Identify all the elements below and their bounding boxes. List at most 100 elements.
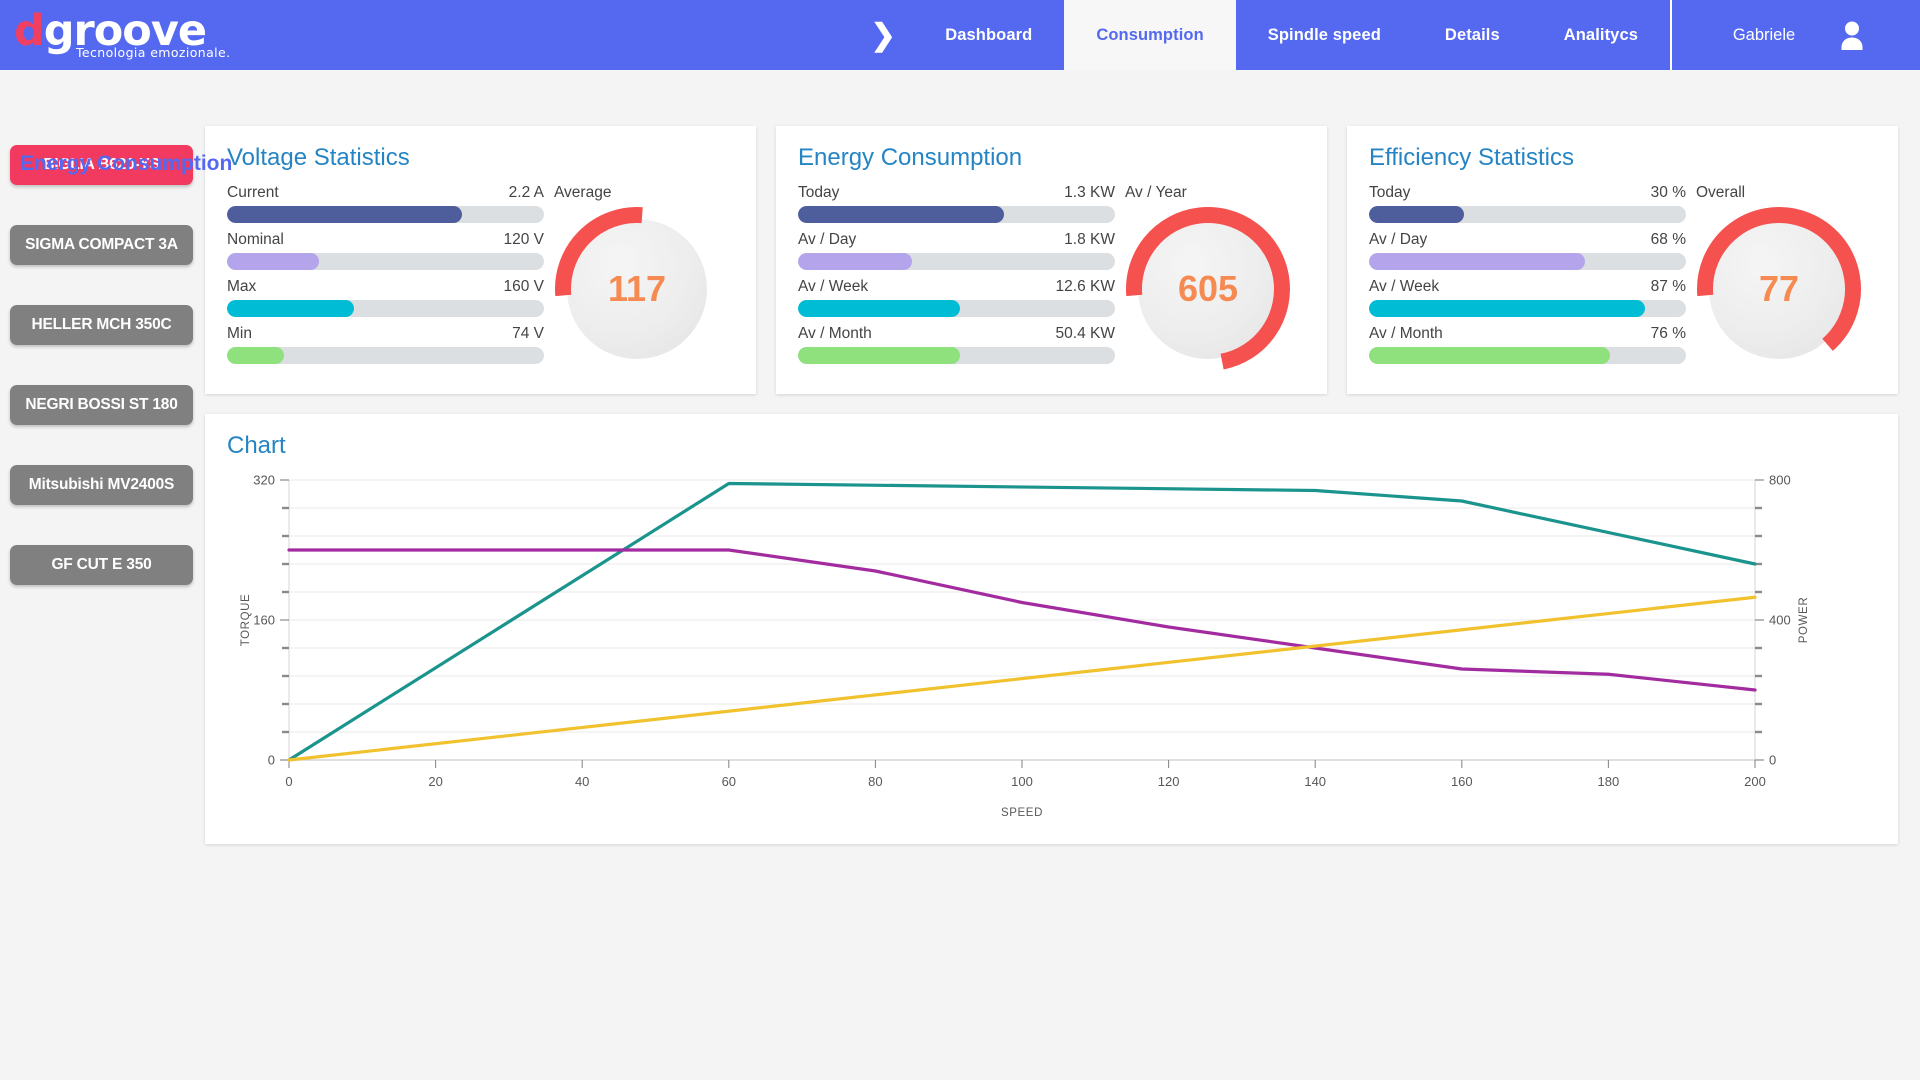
metric-label-line: Av / Day 68 %: [1369, 231, 1686, 249]
gauge-value: 77: [1758, 268, 1800, 309]
gauge-caption: Average: [554, 184, 612, 201]
metric-row: Av / Month 76 %: [1369, 325, 1686, 364]
sidebar-item-mitsubishi-mv2400s[interactable]: Mitsubishi MV2400S: [10, 465, 193, 505]
svg-text:0: 0: [268, 753, 275, 768]
machine-sidebar: BIGLIA B620-YS SIGMA COMPACT 3A HELLER M…: [0, 126, 205, 625]
metric-label: Av / Week: [1369, 278, 1440, 295]
metric-label-line: Max 160 V: [227, 278, 544, 296]
tab-analitycs[interactable]: Analitycs: [1532, 0, 1670, 70]
metric-label-line: Today 1.3 KW: [798, 184, 1115, 202]
page-title: Energy Consumption: [20, 152, 233, 175]
metric-value: 30 %: [1650, 184, 1686, 201]
metric-value: 74 V: [512, 325, 544, 342]
metric-label-line: Av / Day 1.8 KW: [798, 231, 1115, 249]
svg-text:TORQUE: TORQUE: [240, 594, 252, 647]
metric-value: 76 %: [1650, 325, 1686, 342]
metric-label: Av / Month: [798, 325, 872, 342]
metric-value: 50.4 KW: [1055, 325, 1115, 342]
metric-label: Current: [227, 184, 279, 201]
metric-label: Max: [227, 278, 257, 295]
metric-label: Today: [1369, 184, 1411, 201]
tab-consumption[interactable]: Consumption: [1064, 0, 1236, 70]
card-efficiency-statistics: Efficiency Statistics Today 30 % Av / Da…: [1347, 126, 1898, 394]
metric-label-line: Av / Week 12.6 KW: [798, 278, 1115, 296]
metric-label: Nominal: [227, 231, 284, 248]
metric-label-line: Av / Week 87 %: [1369, 278, 1686, 296]
metric-value: 2.2 A: [508, 184, 544, 201]
svg-text:800: 800: [1769, 473, 1791, 488]
card-title: Voltage Statistics: [227, 144, 410, 171]
metric-bar-fill: [1369, 347, 1610, 364]
metric-label-line: Nominal 120 V: [227, 231, 544, 249]
svg-text:120: 120: [1158, 774, 1180, 789]
metric-bar-track: [798, 300, 1115, 317]
metric-label-line: Current 2.2 A: [227, 184, 544, 202]
metric-bar-track: [227, 347, 544, 364]
metric-row: Nominal 120 V: [227, 231, 544, 270]
svg-text:0: 0: [1769, 753, 1776, 768]
app-header: dgroove Tecnologia emozionale. ❯ Dashboa…: [0, 0, 1920, 70]
metric-row: Av / Day 1.8 KW: [798, 231, 1115, 270]
metric-value: 1.8 KW: [1064, 231, 1115, 248]
svg-text:160: 160: [1451, 774, 1473, 789]
metric-bar-fill: [798, 300, 960, 317]
sidebar-item-sigma-compact-3a[interactable]: SIGMA COMPACT 3A: [10, 225, 193, 265]
metric-bar-fill: [1369, 253, 1585, 270]
tab-spindle-speed[interactable]: Spindle speed: [1236, 0, 1413, 70]
metric-label: Min: [227, 325, 252, 342]
sidebar-item-gf-cut-e-350[interactable]: GF CUT E 350: [10, 545, 193, 585]
metric-bar-track: [227, 253, 544, 270]
brand-logo[interactable]: dgroove Tecnologia emozionale.: [0, 0, 280, 70]
main-navigation: Dashboard Consumption Spindle speed Deta…: [913, 0, 1670, 70]
card-chart: Chart 0 160 320 0 400 800 0 20 40 60 80 100 120 140 16…: [205, 414, 1898, 844]
metric-row: Min 74 V: [227, 325, 544, 364]
svg-text:0: 0: [285, 774, 292, 789]
metric-bar-fill: [227, 253, 319, 270]
metric-row: Av / Week 12.6 KW: [798, 278, 1115, 317]
stat-card-row: Voltage Statistics Current 2.2 A Nominal…: [205, 126, 1898, 394]
metric-bar-fill: [1369, 206, 1465, 223]
metric-bar-list: Today 30 % Av / Day 68 % Av / Week 87 % …: [1369, 184, 1686, 372]
metric-label-line: Av / Month 50.4 KW: [798, 325, 1115, 343]
header-spacer: [280, 0, 853, 70]
content-row: BIGLIA B620-YS SIGMA COMPACT 3A HELLER M…: [0, 126, 1920, 844]
card-body: Today 30 % Av / Day 68 % Av / Week 87 % …: [1369, 184, 1876, 372]
gauge-zone: Average 117: [544, 184, 734, 372]
sidebar-item-negri-bossi-st-180[interactable]: NEGRI BOSSI ST 180: [10, 385, 193, 425]
metric-bar-fill: [798, 347, 960, 364]
metric-bar-track: [798, 347, 1115, 364]
tab-dashboard[interactable]: Dashboard: [913, 0, 1064, 70]
metric-row: Av / Month 50.4 KW: [798, 325, 1115, 364]
user-avatar-icon[interactable]: [1839, 20, 1865, 50]
metric-label-line: Min 74 V: [227, 325, 544, 343]
svg-text:80: 80: [868, 774, 882, 789]
svg-text:200: 200: [1744, 774, 1766, 789]
gauge-value: 117: [607, 268, 667, 309]
metric-label: Av / Week: [798, 278, 869, 295]
svg-text:180: 180: [1598, 774, 1620, 789]
chevron-right-icon[interactable]: ❯: [853, 0, 913, 70]
metric-bar-list: Today 1.3 KW Av / Day 1.8 KW Av / Week 1…: [798, 184, 1115, 372]
gauge-caption: Overall: [1696, 184, 1746, 201]
svg-text:SPEED: SPEED: [1001, 807, 1043, 819]
gauge-dial: 605: [1125, 206, 1291, 372]
sidebar-item-heller-mch-350c[interactable]: HELLER MCH 350C: [10, 305, 193, 345]
svg-text:20: 20: [428, 774, 442, 789]
metric-bar-track: [227, 206, 544, 223]
metric-value: 160 V: [503, 278, 544, 295]
gauge-zone: Overall 77: [1686, 184, 1876, 372]
tab-details[interactable]: Details: [1413, 0, 1532, 70]
user-menu[interactable]: Gabriele: [1670, 0, 1920, 70]
metric-row: Av / Week 87 %: [1369, 278, 1686, 317]
svg-text:160: 160: [253, 613, 275, 628]
logo-tagline: Tecnologia emozionale.: [76, 45, 231, 61]
gauge-zone: Av / Year 605: [1115, 184, 1305, 372]
chart-canvas[interactable]: 0 160 320 0 400 800 0 20 40 60 80 100 120 140 160 180 20…: [227, 472, 1876, 844]
card-body: Current 2.2 A Nominal 120 V Max 160 V Mi…: [227, 184, 734, 372]
metric-row: Current 2.2 A: [227, 184, 544, 223]
metric-bar-fill: [227, 347, 285, 364]
metric-bar-track: [798, 253, 1115, 270]
metric-value: 1.3 KW: [1064, 184, 1115, 201]
svg-text:400: 400: [1769, 613, 1791, 628]
metric-bar-fill: [227, 206, 462, 223]
